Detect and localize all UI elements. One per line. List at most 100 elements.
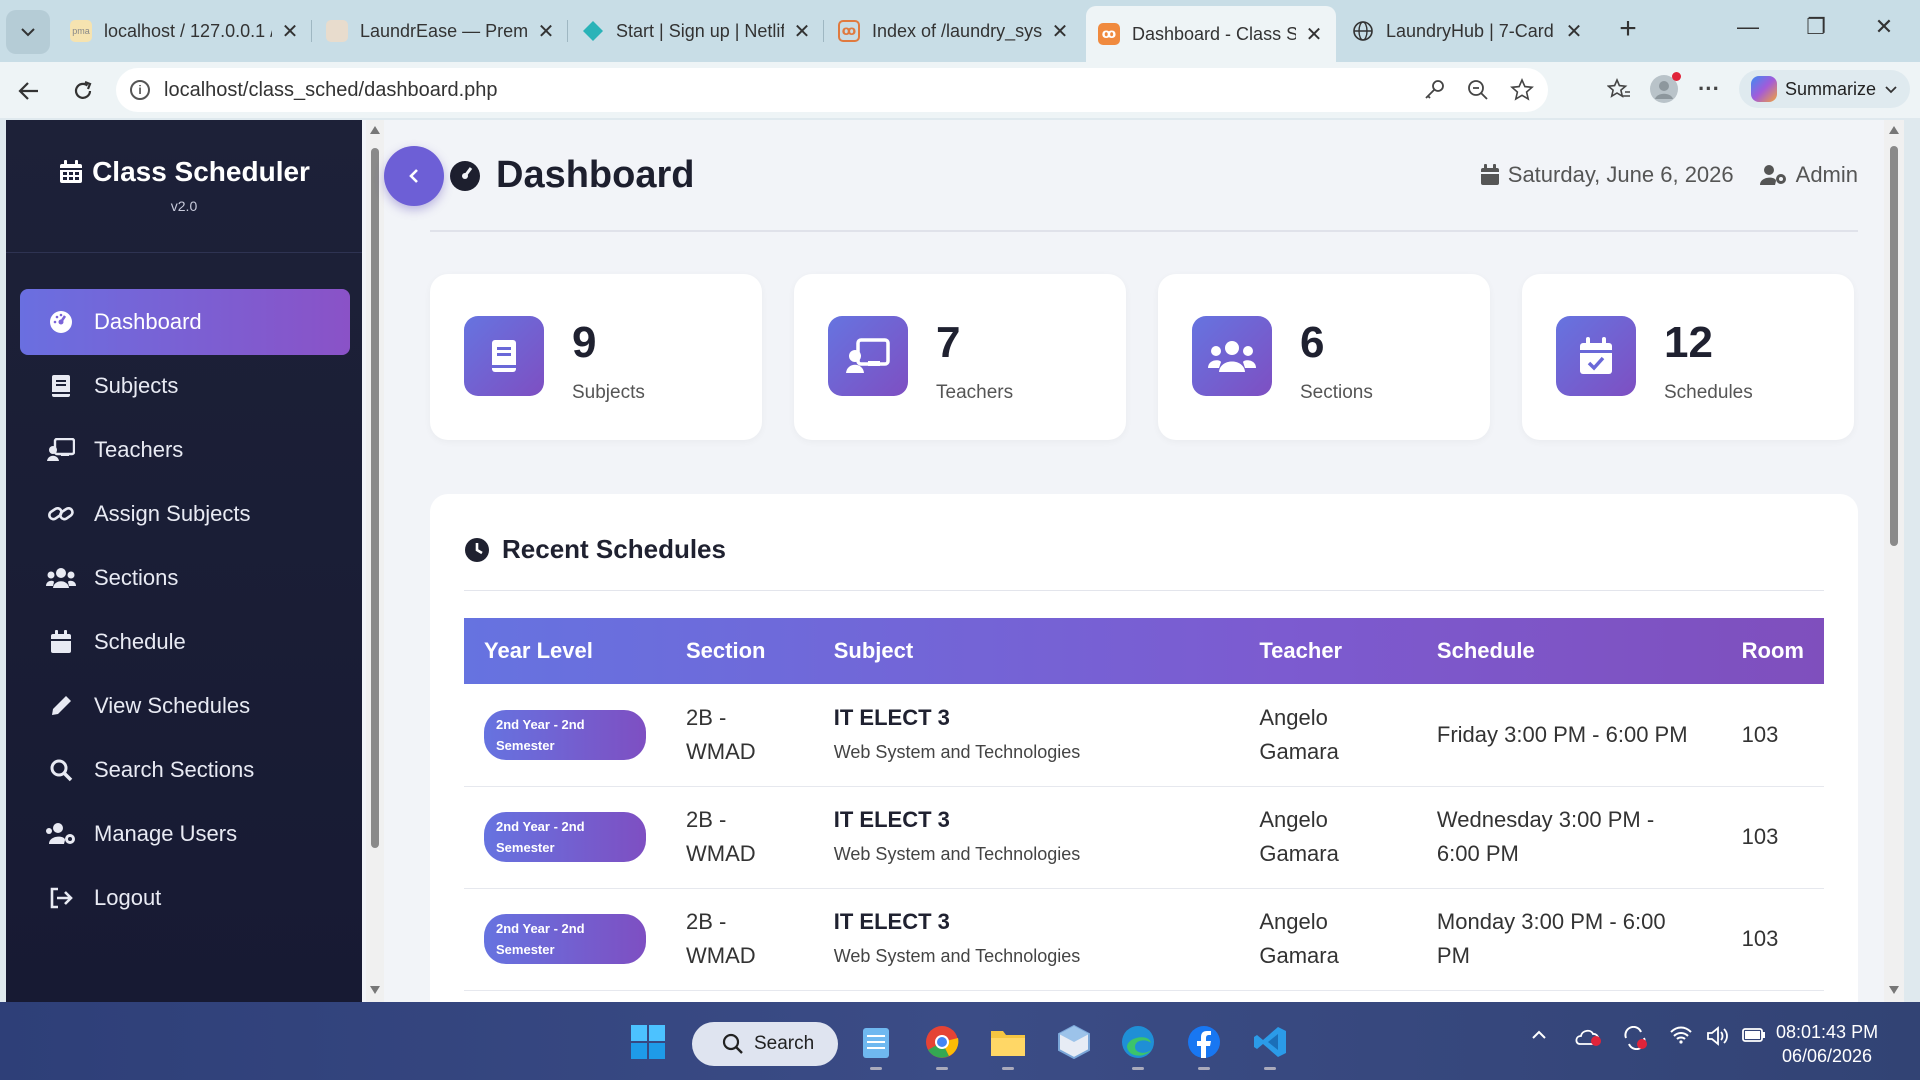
close-tab-icon[interactable]: ✕	[280, 19, 300, 44]
scroll-up-arrow-icon[interactable]	[370, 126, 380, 134]
more-menu-icon[interactable]: ···	[1697, 76, 1721, 101]
sidebar-item-subjects[interactable]: Subjects	[20, 353, 350, 419]
page-scrollbar[interactable]	[1884, 120, 1904, 1002]
sidebar-toggle-button[interactable]	[384, 146, 444, 206]
close-tab-icon[interactable]: ✕	[1304, 22, 1324, 47]
copilot-icon	[1750, 76, 1777, 102]
pencil-icon	[46, 691, 76, 721]
sidebar-item-teachers[interactable]: Teachers	[20, 417, 350, 483]
column-header[interactable]: Year Level	[464, 618, 666, 684]
stat-card-sections[interactable]: 6 Sections	[1158, 274, 1490, 440]
year-level-badge: 2nd Year - 2nd Semester	[484, 709, 646, 760]
chevron-down-icon	[1885, 86, 1897, 94]
zoom-out-icon[interactable]	[1466, 78, 1490, 102]
gauge-icon	[46, 307, 76, 337]
subject-cell: IT ELECT 3 Web System and Technologies	[813, 888, 1240, 991]
reload-button[interactable]	[66, 74, 100, 108]
vscode-icon[interactable]	[1250, 1022, 1290, 1070]
table-row[interactable]: 2nd Year - 2nd Semester 2B - WMAD IT ELE…	[464, 786, 1824, 889]
site-info-icon[interactable]: i	[130, 80, 150, 100]
minimize-button[interactable]: —	[1728, 14, 1768, 46]
scroll-down-arrow-icon[interactable]	[370, 986, 380, 994]
close-tab-icon[interactable]: ✕	[1564, 19, 1584, 44]
restore-button[interactable]: ❐	[1796, 14, 1836, 46]
browser-tab[interactable]: LaundryHub | 7-Card ✕	[1340, 10, 1596, 52]
stat-card-subjects[interactable]: 9 Subjects	[430, 274, 762, 440]
panel-title: Recent Schedules	[464, 534, 726, 565]
sidebar-item-view-schedules[interactable]: View Schedules	[20, 673, 350, 739]
close-tab-icon[interactable]: ✕	[1050, 19, 1070, 44]
sync-icon[interactable]	[1622, 1026, 1648, 1050]
stat-card-teachers[interactable]: 7 Teachers	[794, 274, 1126, 440]
scroll-down-arrow-icon[interactable]	[1889, 986, 1899, 994]
browser-tab[interactable]: Start | Sign up | Netlif ✕	[570, 10, 824, 52]
stat-label: Sections	[1300, 382, 1373, 403]
taskbar-clock[interactable]: 08:01:43 PM 06/06/2026	[1776, 1020, 1878, 1068]
header-divider	[430, 230, 1858, 232]
subject-name: Web System and Technologies	[833, 946, 1081, 966]
stat-value: 9	[572, 318, 597, 367]
favorites-icon[interactable]	[1606, 77, 1631, 101]
virtualbox-icon[interactable]	[1054, 1022, 1094, 1062]
column-header[interactable]: Room	[1722, 618, 1824, 684]
column-header[interactable]: Section	[666, 618, 814, 684]
subject-name: Web System and Technologies	[833, 741, 1081, 762]
browser-tab-active[interactable]: ꝏ Dashboard - Class Sch ✕	[1086, 6, 1336, 62]
browser-tab[interactable]: pma localhost / 127.0.0.1 / ✕	[58, 10, 312, 52]
windows-start-icon[interactable]	[628, 1022, 668, 1062]
close-window-button[interactable]: ✕	[1864, 14, 1904, 46]
sidebar-item-manage-users[interactable]: Manage Users	[20, 801, 350, 867]
url-bar[interactable]: i localhost/class_sched/dashboard.php	[116, 68, 1548, 112]
users-cog-icon	[46, 819, 76, 849]
back-button[interactable]	[12, 74, 46, 108]
user-menu[interactable]: Admin	[1759, 162, 1858, 188]
header-meta: Saturday, June 6, 2026 Admin	[1480, 162, 1858, 188]
table-row[interactable]: 2nd Year - 2nd Semester 2B - WMAD IT ELE…	[464, 684, 1824, 787]
file-explorer-icon[interactable]	[988, 1022, 1028, 1070]
address-toolbar: i localhost/class_sched/dashboard.php ··…	[0, 62, 1920, 118]
column-header[interactable]: Teacher	[1239, 618, 1417, 684]
sidebar-item-schedule[interactable]: Schedule	[20, 609, 350, 675]
sidebar-scroll-thumb[interactable]	[371, 148, 379, 848]
tray-overflow-chevron-icon[interactable]	[1530, 1026, 1548, 1044]
profile-avatar-icon[interactable]	[1649, 72, 1681, 104]
volume-icon[interactable]	[1706, 1026, 1730, 1046]
summarize-button[interactable]: Summarize	[1738, 70, 1910, 108]
page-scroll-thumb[interactable]	[1890, 146, 1898, 546]
scroll-up-arrow-icon[interactable]	[1889, 126, 1899, 134]
book-icon	[46, 371, 76, 401]
browser-tab[interactable]: ꝏ Index of /laundry_sys ✕	[826, 10, 1082, 52]
taskbar: Search 08:01:43 PM 06/06/2026	[0, 1002, 1920, 1080]
table-row[interactable]: 2nd Year - 2nd Semester 2B - WMAD IT ELE…	[464, 888, 1824, 991]
panel-divider	[464, 590, 1824, 591]
sidebar-item-logout[interactable]: Logout	[20, 865, 350, 931]
phpmyadmin-icon: pma	[70, 20, 92, 42]
column-header[interactable]: Schedule	[1417, 618, 1722, 684]
browser-tab[interactable]: LaundrEase — Premi ✕	[314, 10, 568, 52]
tab-actions-chevron-icon[interactable]	[6, 10, 50, 54]
onedrive-icon[interactable]	[1574, 1026, 1602, 1046]
edge-icon[interactable]	[1118, 1022, 1158, 1070]
calendar-check-icon	[1556, 316, 1636, 396]
new-tab-button[interactable]: +	[1612, 14, 1644, 46]
sidebar-scrollbar[interactable]	[366, 120, 384, 1002]
sidebar-item-sections[interactable]: Sections	[20, 545, 350, 611]
notepad-icon[interactable]	[856, 1022, 896, 1070]
taskbar-search[interactable]: Search	[692, 1022, 838, 1066]
key-icon[interactable]	[1422, 78, 1446, 102]
teacher-cell: Angelo Gamara	[1239, 684, 1417, 787]
facebook-icon[interactable]	[1184, 1022, 1224, 1070]
sidebar-item-assign-subjects[interactable]: Assign Subjects	[20, 481, 350, 547]
stat-card-schedules[interactable]: 12 Schedules	[1522, 274, 1854, 440]
sidebar-item-dashboard[interactable]: Dashboard	[20, 289, 350, 355]
book-icon	[464, 316, 544, 396]
wifi-icon[interactable]	[1670, 1026, 1692, 1044]
battery-icon[interactable]	[1742, 1026, 1766, 1044]
favorite-star-icon[interactable]	[1510, 78, 1534, 102]
users-icon	[1192, 316, 1272, 396]
close-tab-icon[interactable]: ✕	[792, 19, 812, 44]
sidebar-item-search-sections[interactable]: Search Sections	[20, 737, 350, 803]
column-header[interactable]: Subject	[814, 618, 1240, 684]
chrome-icon[interactable]	[922, 1022, 962, 1070]
close-tab-icon[interactable]: ✕	[536, 19, 556, 44]
